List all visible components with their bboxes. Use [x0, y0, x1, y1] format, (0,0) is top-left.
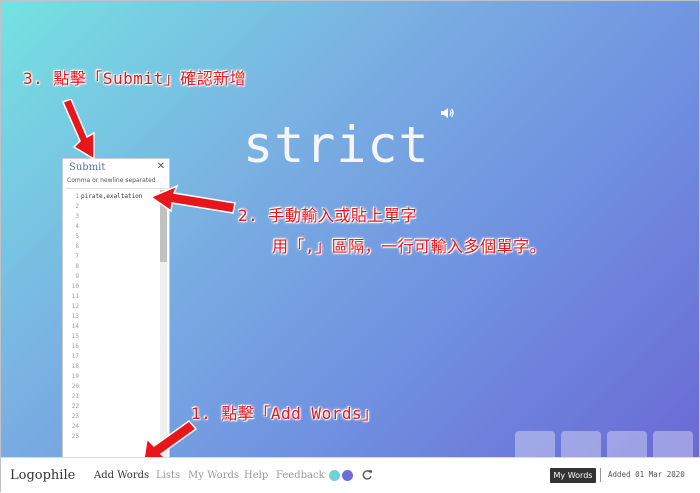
line-number: 10 [71, 282, 79, 290]
line-number: 24 [71, 422, 79, 430]
annotation-step3: 3. 點擊「Submit」確認新增 [23, 69, 247, 88]
editor-line: 20 [66, 381, 160, 391]
line-number: 1 [75, 192, 79, 200]
added-date: Added 01 Mar 2020 [608, 470, 685, 479]
editor-line: 9 [66, 271, 160, 281]
editor-line: 12 [66, 301, 160, 311]
line-number: 14 [71, 322, 79, 330]
line-number: 16 [71, 342, 79, 350]
arrow-to-textarea-icon [149, 184, 236, 214]
editor-line: 16 [66, 341, 160, 351]
editor-line: 5 [66, 231, 160, 241]
annotation-step1: 1. 點擊「Add Words」 [191, 404, 379, 423]
line-number: 12 [71, 302, 79, 310]
editor-line: 2 [66, 201, 160, 211]
line-number: 20 [71, 382, 79, 390]
line-number: 19 [71, 372, 79, 380]
line-number: 22 [71, 402, 79, 410]
editor-scrollbar[interactable] [160, 189, 167, 457]
editor-line: 10 [66, 281, 160, 291]
words-textarea[interactable]: 1 pirate,exaltation 2 3 4 5 6 7 8 9 10 11 12 13 14 15 16… [66, 188, 168, 457]
line-number: 7 [75, 252, 79, 260]
editor-line: 19 [66, 371, 160, 381]
line-number: 23 [71, 412, 79, 420]
close-icon[interactable]: ✕ [157, 161, 165, 172]
submit-button[interactable]: Submit [69, 162, 105, 173]
nav-help[interactable]: Help [244, 470, 268, 481]
line-number: 2 [75, 202, 79, 210]
footer-bar: Logophile Add Words Lists My Words Help … [1, 457, 700, 493]
editor-line: 6 [66, 241, 160, 251]
editor-line: 15 [66, 331, 160, 341]
theme-color-indigo[interactable] [342, 470, 353, 481]
editor-line: 18 [66, 361, 160, 371]
editor-line: 3 [66, 211, 160, 221]
brand-logo[interactable]: Logophile [10, 468, 75, 483]
line-number: 17 [71, 352, 79, 360]
app-background: strict Submit ✕ Comma or newline separat… [0, 0, 700, 493]
line-text: pirate,exaltation [81, 192, 143, 200]
nav-lists[interactable]: Lists [156, 470, 180, 481]
line-number: 6 [75, 242, 79, 250]
annotation-step2-line2: 用「,」區隔，一行可輸入多個單字。 [272, 237, 547, 256]
input-hint: Comma or newline separated [67, 177, 156, 184]
line-number: 18 [71, 362, 79, 370]
my-words-button[interactable]: My Words [550, 468, 596, 483]
annotation-step2-line1: 2. 手動輸入或貼上單字 [238, 206, 417, 225]
line-number: 11 [71, 292, 79, 300]
editor-lines: 1 pirate,exaltation 2 3 4 5 6 7 8 9 10 11 12 13 14 15 16… [66, 191, 160, 441]
nav-add-words[interactable]: Add Words [94, 470, 149, 481]
line-number: 9 [75, 272, 79, 280]
theme-color-teal[interactable] [329, 470, 340, 481]
speaker-icon[interactable] [439, 105, 455, 121]
editor-line: 13 [66, 311, 160, 321]
current-word: strict [243, 116, 430, 174]
editor-line: 21 [66, 391, 160, 401]
nav-my-words[interactable]: My Words [188, 470, 239, 481]
line-number: 13 [71, 312, 79, 320]
arrow-to-submit-icon [61, 99, 95, 161]
editor-line: 22 [66, 401, 160, 411]
line-number: 21 [71, 392, 79, 400]
line-number: 4 [75, 222, 79, 230]
editor-line: 14 [66, 321, 160, 331]
line-number: 8 [75, 262, 79, 270]
line-number: 25 [71, 432, 79, 440]
editor-line: 17 [66, 351, 160, 361]
nav-feedback[interactable]: Feedback [276, 470, 325, 481]
line-number: 5 [75, 232, 79, 240]
editor-line: 8 [66, 261, 160, 271]
editor-line: 7 [66, 251, 160, 261]
editor-line: 1 pirate,exaltation [66, 191, 160, 201]
footer-divider [600, 468, 601, 482]
editor-line: 4 [66, 221, 160, 231]
editor-line: 11 [66, 291, 160, 301]
line-number: 3 [75, 212, 79, 220]
line-number: 15 [71, 332, 79, 340]
refresh-icon[interactable] [361, 469, 373, 481]
